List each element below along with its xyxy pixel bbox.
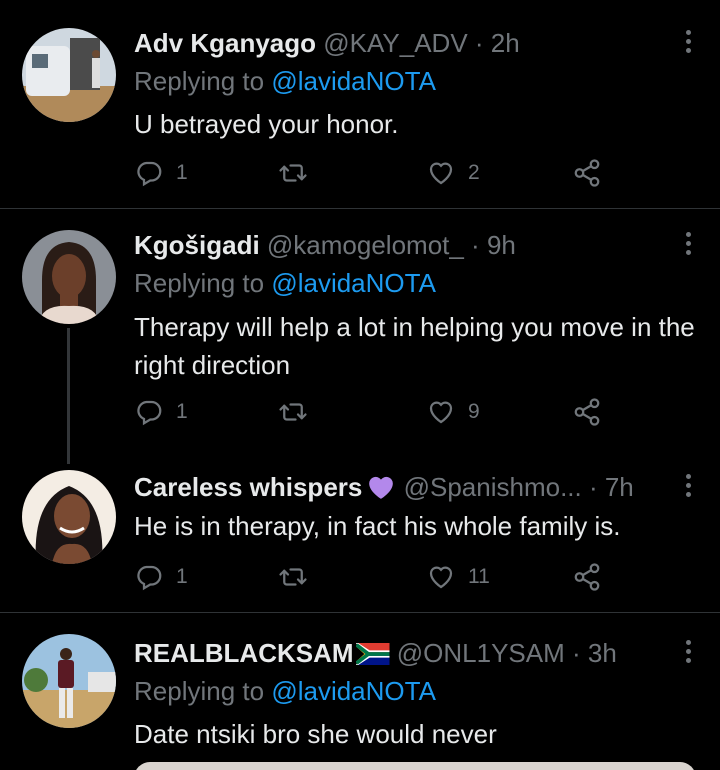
display-name[interactable]: Kgošigadi xyxy=(134,230,260,260)
retweet-icon xyxy=(279,568,307,586)
more-options-icon[interactable] xyxy=(682,30,694,56)
like-count: 11 xyxy=(468,565,490,588)
reply-button[interactable]: 1 xyxy=(134,562,188,592)
tweet-text: Date ntsiki bro she would never xyxy=(134,719,497,749)
reply-count: 1 xyxy=(176,400,188,423)
tweet-realblacksam[interactable]: REALBLACKSAM @ONL1YSAM · 3h Replying to … xyxy=(0,634,720,770)
like-count: 9 xyxy=(468,400,480,423)
reply-button[interactable]: 1 xyxy=(134,397,188,427)
replying-to-label: Replying to xyxy=(134,66,265,96)
reply-icon xyxy=(137,400,162,426)
handle-and-time[interactable]: @ONL1YSAM · 3h xyxy=(397,638,617,668)
like-button[interactable]: 2 xyxy=(426,158,480,188)
purple-heart-emoji xyxy=(366,474,396,506)
display-name[interactable]: REALBLACKSAM xyxy=(134,638,354,668)
share-button[interactable] xyxy=(572,562,602,592)
replying-to-handle[interactable]: @lavidaNOTA xyxy=(271,66,436,96)
heart-icon xyxy=(429,566,453,589)
tweet-header: REALBLACKSAM @ONL1YSAM · 3h xyxy=(134,638,660,671)
handle-and-time[interactable]: @kamogelomot_ · 9h xyxy=(267,230,516,260)
display-name[interactable]: Adv Kganyago xyxy=(134,28,316,58)
replying-to: Replying to @lavidaNOTA xyxy=(134,268,436,298)
replying-to: Replying to @lavidaNOTA xyxy=(134,66,436,96)
replying-to-handle[interactable]: @lavidaNOTA xyxy=(271,676,436,706)
share-button[interactable] xyxy=(572,158,602,188)
avatar[interactable] xyxy=(22,634,116,728)
tweet-actions: 1 9 xyxy=(134,397,614,427)
replying-to: Replying to @lavidaNOTA xyxy=(134,676,436,706)
tweet-header: Careless whispers @Spanishmo... · 7h xyxy=(134,472,660,506)
replying-to-handle[interactable]: @lavidaNOTA xyxy=(271,268,436,298)
retweet-button[interactable] xyxy=(278,158,308,188)
reply-count: 1 xyxy=(176,161,188,184)
more-options-icon[interactable] xyxy=(682,640,694,666)
tweet-text: Therapy will help a lot in helping you m… xyxy=(134,312,695,380)
tweet-text: He is in therapy, in fact his whole fami… xyxy=(134,511,621,541)
tweet-actions: 1 2 xyxy=(134,158,614,188)
retweet-icon xyxy=(279,164,307,182)
media-card-preview[interactable] xyxy=(134,762,696,770)
more-options-icon[interactable] xyxy=(682,232,694,258)
tweet-careless-whispers[interactable]: Careless whispers @Spanishmo... · 7h He … xyxy=(0,470,720,612)
handle-and-time[interactable]: @Spanishmo... · 7h xyxy=(404,472,634,502)
retweet-button[interactable] xyxy=(278,397,308,427)
share-icon xyxy=(574,159,600,187)
avatar[interactable] xyxy=(22,470,116,564)
avatar[interactable] xyxy=(22,28,116,122)
reply-icon xyxy=(137,161,162,187)
tweet-actions: 1 11 xyxy=(134,562,614,592)
more-options-icon[interactable] xyxy=(682,474,694,500)
share-icon xyxy=(574,398,600,426)
divider xyxy=(0,208,720,209)
avatar[interactable] xyxy=(22,230,116,324)
tweet-adv-kganyago[interactable]: Adv Kganyago @KAY_ADV · 2h Replying to @… xyxy=(0,28,720,208)
south-africa-flag xyxy=(354,641,390,671)
tweet-header: Kgošigadi @kamogelomot_ · 9h xyxy=(134,230,660,260)
divider xyxy=(0,612,720,613)
retweet-button[interactable] xyxy=(278,562,308,592)
replying-to-label: Replying to xyxy=(134,676,265,706)
tweet-kgosigadi[interactable]: Kgošigadi @kamogelomot_ · 9h Replying to… xyxy=(0,230,720,440)
display-name[interactable]: Careless whispers xyxy=(134,472,362,502)
handle-and-time[interactable]: @KAY_ADV · 2h xyxy=(323,28,519,58)
reply-icon xyxy=(137,565,162,591)
tweet-header: Adv Kganyago @KAY_ADV · 2h xyxy=(134,28,660,58)
retweet-icon xyxy=(279,403,307,421)
share-icon xyxy=(574,563,600,591)
tweet-text: U betrayed your honor. xyxy=(134,109,399,139)
like-button[interactable]: 11 xyxy=(426,562,490,592)
share-button[interactable] xyxy=(572,397,602,427)
replying-to-label: Replying to xyxy=(134,268,265,298)
heart-icon xyxy=(429,162,453,185)
reply-button[interactable]: 1 xyxy=(134,158,188,188)
reply-count: 1 xyxy=(176,565,188,588)
like-count: 2 xyxy=(468,161,480,184)
heart-icon xyxy=(429,401,453,424)
like-button[interactable]: 9 xyxy=(426,397,480,427)
